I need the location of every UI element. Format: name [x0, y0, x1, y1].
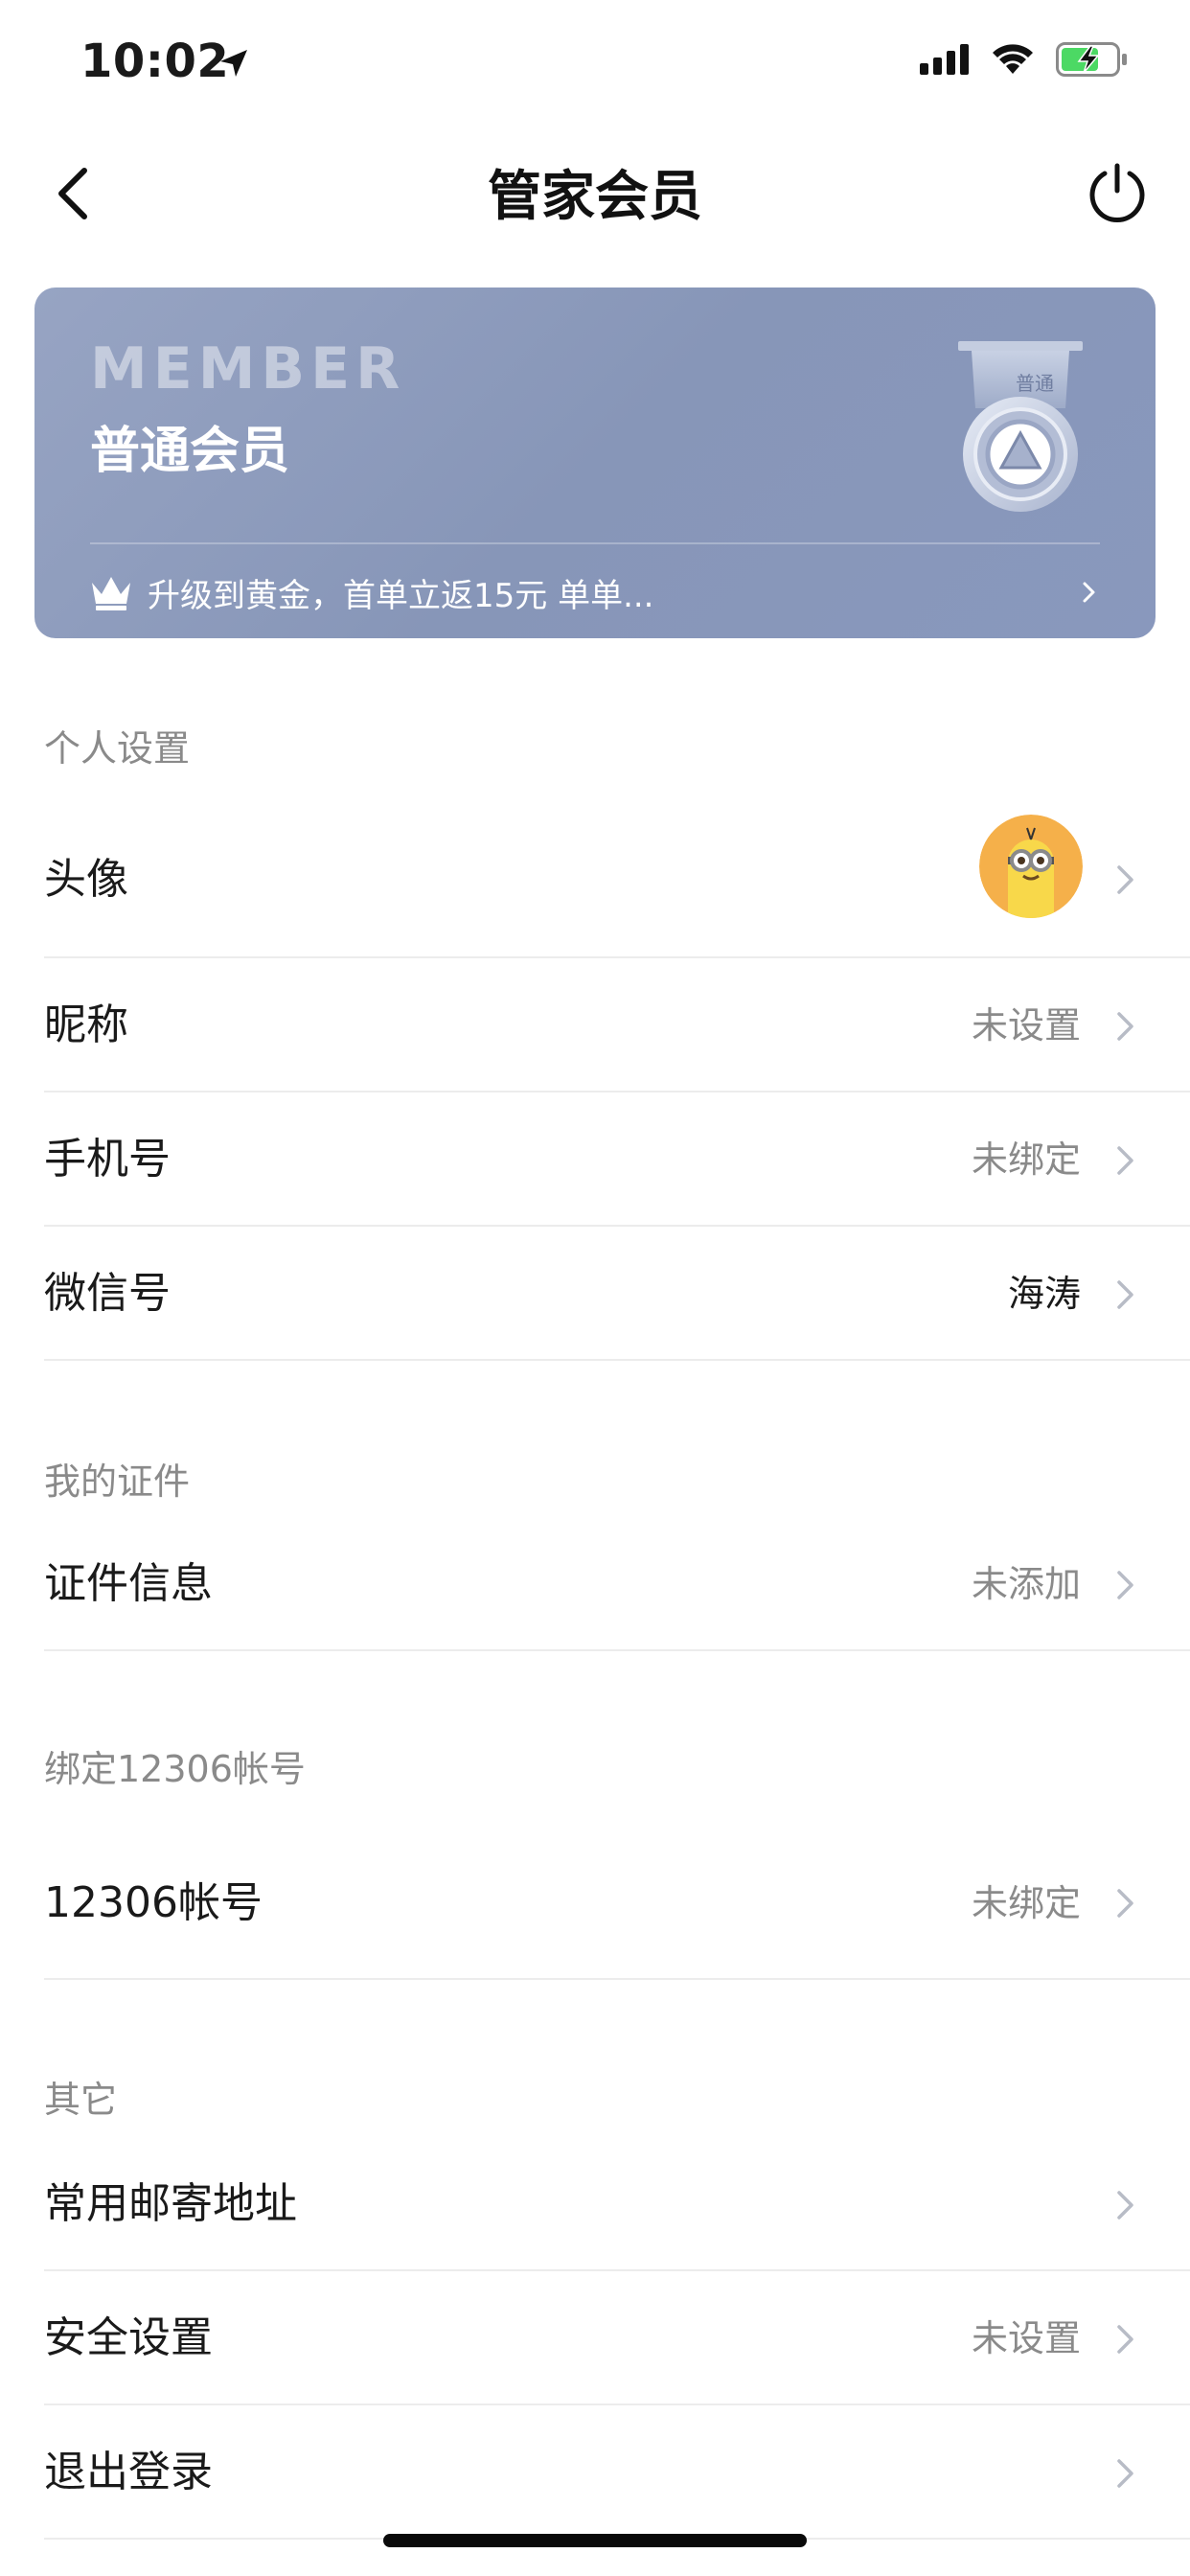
cellular-signal-icon	[920, 44, 969, 75]
row-label: 12306帐号	[44, 1878, 263, 1927]
chevron-right-icon	[1117, 2191, 1133, 2220]
section-header-12306: 绑定12306帐号	[44, 1748, 306, 1790]
avatar	[979, 815, 1083, 918]
row-security-settings[interactable]: 安全设置 未设置	[44, 2271, 1190, 2405]
section-header-certificate: 我的证件	[44, 1460, 191, 1503]
member-card-divider	[90, 542, 1100, 544]
row-avatar[interactable]: 头像	[44, 800, 1190, 958]
member-en-title: MEMBER	[90, 335, 406, 402]
power-icon	[1089, 163, 1145, 222]
minion-avatar-image	[979, 815, 1083, 918]
row-12306-account[interactable]: 12306帐号 未绑定	[44, 1827, 1190, 1980]
row-value: 海涛	[1007, 1273, 1081, 1315]
row-logout[interactable]: 退出登录	[44, 2405, 1190, 2540]
row-mailing-address[interactable]: 常用邮寄地址	[44, 2137, 1190, 2271]
chevron-right-icon	[1117, 1146, 1133, 1175]
row-value: 未设置	[971, 2317, 1081, 2359]
upgrade-promo-link[interactable]: 升级到黄金，首单立返15元 单单...	[90, 562, 1100, 623]
location-arrow-icon	[220, 50, 247, 77]
chevron-right-icon	[1117, 1280, 1133, 1309]
crown-icon	[92, 577, 130, 610]
member-badge-label: 普通	[1016, 372, 1054, 395]
row-certificate-info[interactable]: 证件信息 未添加	[44, 1517, 1190, 1651]
section-header-personal: 个人设置	[44, 727, 191, 770]
status-icons	[920, 42, 1129, 77]
wifi-icon	[993, 44, 1033, 74]
row-value: 未添加	[971, 1563, 1081, 1605]
row-label: 手机号	[44, 1135, 171, 1184]
row-value: 未绑定	[971, 1138, 1081, 1181]
row-label: 退出登录	[44, 2448, 213, 2496]
member-medal-icon	[958, 341, 1083, 512]
row-phone[interactable]: 手机号 未绑定	[44, 1092, 1190, 1227]
chevron-right-icon	[1117, 1012, 1133, 1041]
member-card[interactable]: MEMBER 普通会员 普通 升级到黄金，首单立返15元 单单...	[34, 288, 1156, 638]
chevron-right-icon	[1083, 582, 1095, 603]
row-label: 安全设置	[44, 2313, 213, 2362]
chevron-right-icon	[1117, 2325, 1133, 2354]
member-level: 普通会员	[90, 423, 290, 480]
row-label: 证件信息	[44, 1559, 213, 1608]
battery-charging-icon	[1056, 42, 1127, 77]
nav-bar: 管家会员	[0, 126, 1190, 253]
page-title: 管家会员	[488, 166, 702, 228]
row-label: 微信号	[44, 1269, 171, 1318]
row-value: 未绑定	[971, 1882, 1081, 1924]
row-label: 常用邮寄地址	[44, 2179, 297, 2228]
chevron-right-icon	[1117, 2459, 1133, 2488]
row-wechat[interactable]: 微信号 海涛	[44, 1227, 1190, 1361]
row-label: 昵称	[44, 1000, 128, 1049]
chevron-right-icon	[1117, 865, 1133, 894]
row-label: 头像	[44, 855, 128, 904]
upgrade-promo-text: 升级到黄金，首单立返15元 单单...	[148, 576, 654, 615]
section-header-other: 其它	[44, 2079, 118, 2121]
home-indicator[interactable]	[383, 2534, 807, 2547]
chevron-right-icon	[1117, 1571, 1133, 1599]
row-nickname[interactable]: 昵称 未设置	[44, 958, 1190, 1092]
logout-power-button[interactable]	[1079, 155, 1156, 232]
row-value: 未设置	[971, 1004, 1081, 1046]
chevron-right-icon	[1117, 1889, 1133, 1918]
status-bar: 10:02	[0, 0, 1190, 126]
status-time: 10:02	[80, 34, 230, 88]
